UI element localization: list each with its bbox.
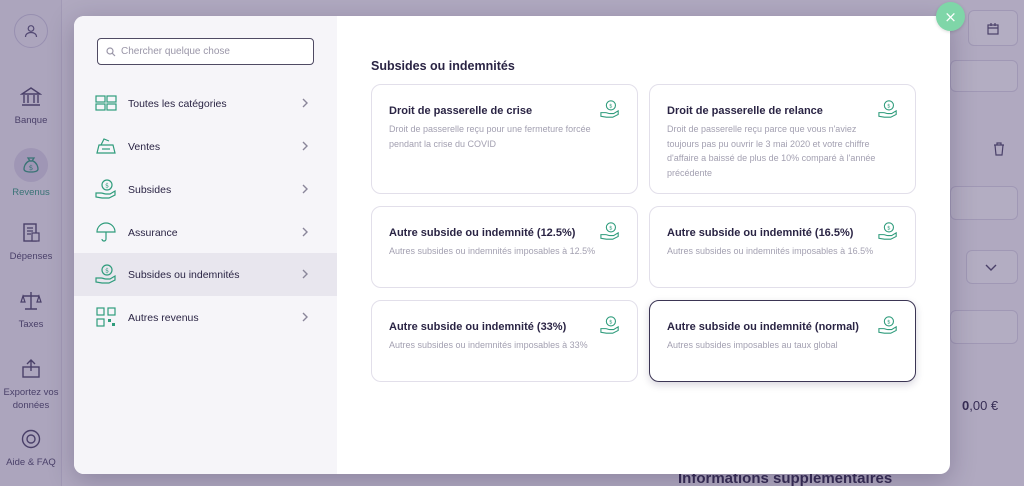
category-label: Assurance: [128, 226, 178, 239]
subsidy-icon: $: [878, 316, 897, 334]
option-title: Autre subside ou indemnité (normal): [667, 321, 859, 333]
subsidy-icon: $: [600, 100, 619, 118]
subsidy-icon: $: [878, 100, 897, 118]
section-title: Subsides ou indemnités: [371, 59, 515, 73]
category-modal: Chercher quelque chose Toutes les catégo…: [74, 16, 950, 474]
chevron-right-icon: [302, 312, 308, 322]
search-placeholder: Chercher quelque chose: [121, 46, 230, 57]
subsidy-icon: $: [600, 222, 619, 240]
category-item-assurance[interactable]: Assurance: [74, 211, 337, 254]
category-item-ventes[interactable]: Ventes: [74, 125, 337, 168]
svg-text:$: $: [887, 226, 891, 232]
option-title: Droit de passerelle de relance: [667, 105, 823, 117]
option-description: Autres subsides imposables au taux globa…: [667, 340, 838, 350]
option-description: Autres subsides ou indemnités imposables…: [667, 246, 874, 256]
search-icon: [106, 46, 116, 56]
chevron-right-icon: [302, 227, 308, 237]
option-description: Autres subsides ou indemnités imposables…: [389, 246, 596, 256]
category-label: Subsides: [128, 183, 172, 196]
option-title: Autre subside ou indemnité (12.5%): [389, 227, 576, 239]
category-label: Ventes: [128, 140, 161, 153]
svg-text:$: $: [609, 320, 613, 326]
svg-text:$: $: [609, 226, 613, 232]
subsidy-icon: $: [878, 222, 897, 240]
category-label: Toutes les catégories: [128, 97, 227, 110]
option-card[interactable]: Autre subside ou indemnité (16.5%) Autre…: [649, 206, 916, 288]
option-card[interactable]: Autre subside ou indemnité (33%) Autres …: [371, 300, 638, 382]
category-item-subsides-indemnites[interactable]: $ Subsides ou indemnités: [74, 253, 337, 296]
option-description: Autres subsides ou indemnités imposables…: [389, 340, 588, 350]
category-label: Autres revenus: [128, 311, 199, 324]
svg-text:$: $: [105, 268, 109, 275]
close-button[interactable]: ×: [936, 2, 965, 31]
option-card[interactable]: Droit de passerelle de crise Droit de pa…: [371, 84, 638, 194]
option-card[interactable]: Droit de passerelle de relance Droit de …: [649, 84, 916, 194]
category-panel: Chercher quelque chose Toutes les catégo…: [74, 16, 337, 474]
option-card[interactable]: Autre subside ou indemnité (12.5%) Autre…: [371, 206, 638, 288]
grid-icon: [95, 95, 117, 111]
umbrella-icon: [96, 222, 116, 242]
category-label: Subsides ou indemnités: [128, 268, 240, 281]
option-title: Autre subside ou indemnité (33%): [389, 321, 567, 333]
category-item-toutes[interactable]: Toutes les catégories: [74, 82, 337, 125]
subsidy-icon: $: [600, 316, 619, 334]
subsidy-icon: $: [95, 264, 116, 284]
svg-text:$: $: [887, 104, 891, 110]
subsidy-icon: $: [95, 179, 116, 199]
svg-text:$: $: [609, 104, 613, 110]
cash-register-icon: [96, 138, 116, 154]
search-input[interactable]: Chercher quelque chose: [97, 38, 314, 65]
close-icon: ×: [944, 7, 957, 26]
category-item-autres-revenus[interactable]: Autres revenus: [74, 296, 337, 339]
qr-code-icon: [96, 307, 116, 327]
svg-text:$: $: [105, 183, 109, 190]
options-panel: Subsides ou indemnités Droit de passerel…: [337, 16, 950, 474]
svg-text:$: $: [887, 320, 891, 326]
option-title: Autre subside ou indemnité (16.5%): [667, 227, 854, 239]
chevron-right-icon: [302, 98, 308, 108]
category-item-subsides[interactable]: $ Subsides: [74, 168, 337, 211]
chevron-right-icon: [302, 269, 308, 279]
chevron-right-icon: [302, 184, 308, 194]
option-card-selected[interactable]: Autre subside ou indemnité (normal) Autr…: [649, 300, 916, 382]
chevron-right-icon: [302, 141, 308, 151]
option-description: Droit de passerelle reçu pour une fermet…: [389, 124, 591, 149]
option-description: Droit de passerelle reçu parce que vous …: [667, 124, 876, 178]
option-title: Droit de passerelle de crise: [389, 105, 533, 117]
